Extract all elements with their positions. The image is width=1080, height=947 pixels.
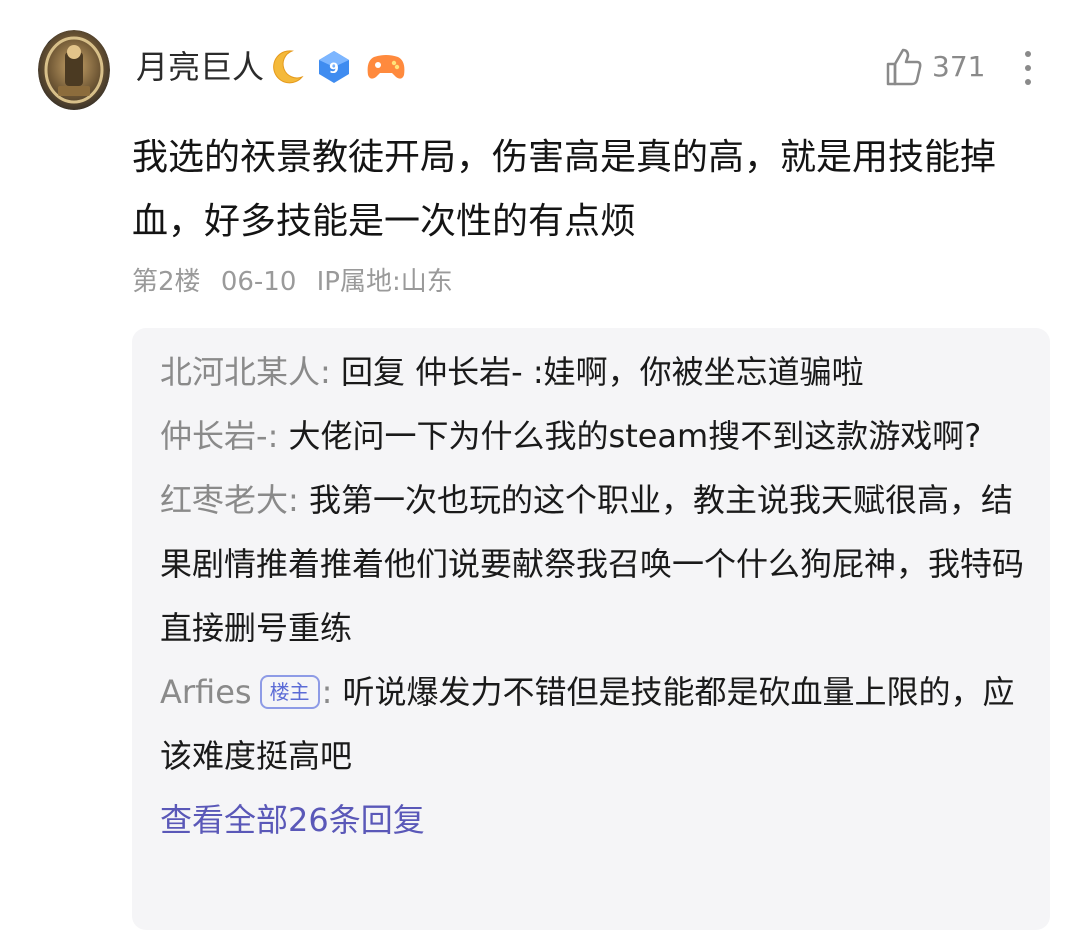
post-content: 我选的祆景教徒开局，伤害高是真的高，就是用技能掉血，好多技能是一次性的有点烦: [132, 137, 997, 242]
reply-list: 北河北某人: 回复 仲长岩- :娃啊，你被坐忘道骗啦 仲长岩-: 大佬问一下为什…: [160, 340, 1030, 852]
like-count: 371: [932, 50, 986, 83]
more-vertical-icon[interactable]: [1018, 48, 1038, 88]
reply-item[interactable]: 北河北某人: 回复 仲长岩- :娃啊，你被坐忘道骗啦: [160, 340, 1030, 404]
reply-author[interactable]: 仲长岩-: [160, 417, 268, 455]
avatar-level-marker: 0: [38, 30, 51, 44]
like-button[interactable]: 371: [884, 44, 985, 90]
reply-author[interactable]: 红枣老大: [160, 481, 288, 519]
reply-author[interactable]: 北河北某人: [160, 353, 320, 391]
reply-author[interactable]: Arfies: [160, 673, 252, 711]
level-badge-number: 9: [329, 61, 339, 77]
reply-item[interactable]: 仲长岩-: 大佬问一下为什么我的steam搜不到这款游戏啊?: [160, 404, 1030, 468]
reply-text: 大佬问一下为什么我的steam搜不到这款游戏啊?: [278, 417, 982, 455]
op-badge: 楼主: [259, 675, 320, 709]
view-all-replies-link[interactable]: 查看全部26条回复: [160, 788, 1030, 852]
avatar[interactable]: 0: [38, 30, 110, 110]
reply-separator: :: [320, 353, 331, 391]
reply-preview-box[interactable]: 北河北某人: 回复 仲长岩- :娃啊，你被坐忘道骗啦 仲长岩-: 大佬问一下为什…: [132, 328, 1050, 930]
reply-separator: :: [321, 673, 333, 711]
moon-icon: [266, 47, 306, 87]
thumbs-up-icon: [884, 46, 924, 88]
post-date: 06-10: [220, 267, 297, 297]
post-meta: 第2楼 06-10 IP属地:山东: [132, 262, 465, 302]
gamepad-icon[interactable]: [366, 49, 406, 85]
floor-number: 第2楼: [132, 267, 201, 297]
reply-item[interactable]: Arfies 楼主: 听说爆发力不错但是技能都是砍血量上限的，应该难度挺高吧: [160, 660, 1030, 788]
author-row: 月亮巨人 9: [136, 44, 406, 90]
author-name[interactable]: 月亮巨人: [136, 44, 264, 90]
ip-location: IP属地:山东: [316, 267, 453, 297]
diamond-badge-icon[interactable]: 9: [316, 49, 352, 85]
reply-separator: :: [288, 481, 299, 519]
reply-item[interactable]: 红枣老大: 我第一次也玩的这个职业，教主说我天赋很高，结果剧情推着推着他们说要献…: [160, 468, 1030, 660]
reply-separator: :: [267, 417, 279, 455]
reply-text: 回复 仲长岩- :娃啊，你被坐忘道骗啦: [330, 353, 864, 391]
